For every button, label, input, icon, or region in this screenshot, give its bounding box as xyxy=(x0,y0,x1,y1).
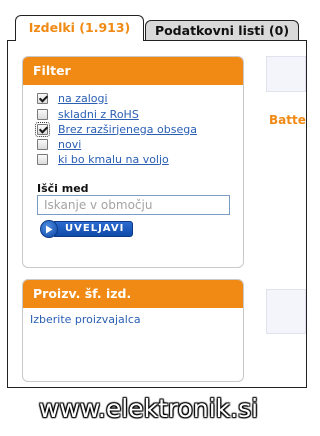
watermark: www.elektronik.si xyxy=(38,394,259,423)
tab-products[interactable]: Izdelki (1.913) xyxy=(15,15,144,41)
play-arrow-icon xyxy=(40,220,58,238)
tab-panel-join xyxy=(16,39,143,42)
tab-datasheets[interactable]: Podatkovni listi (0) xyxy=(145,20,299,40)
tab-panel xyxy=(7,40,307,388)
